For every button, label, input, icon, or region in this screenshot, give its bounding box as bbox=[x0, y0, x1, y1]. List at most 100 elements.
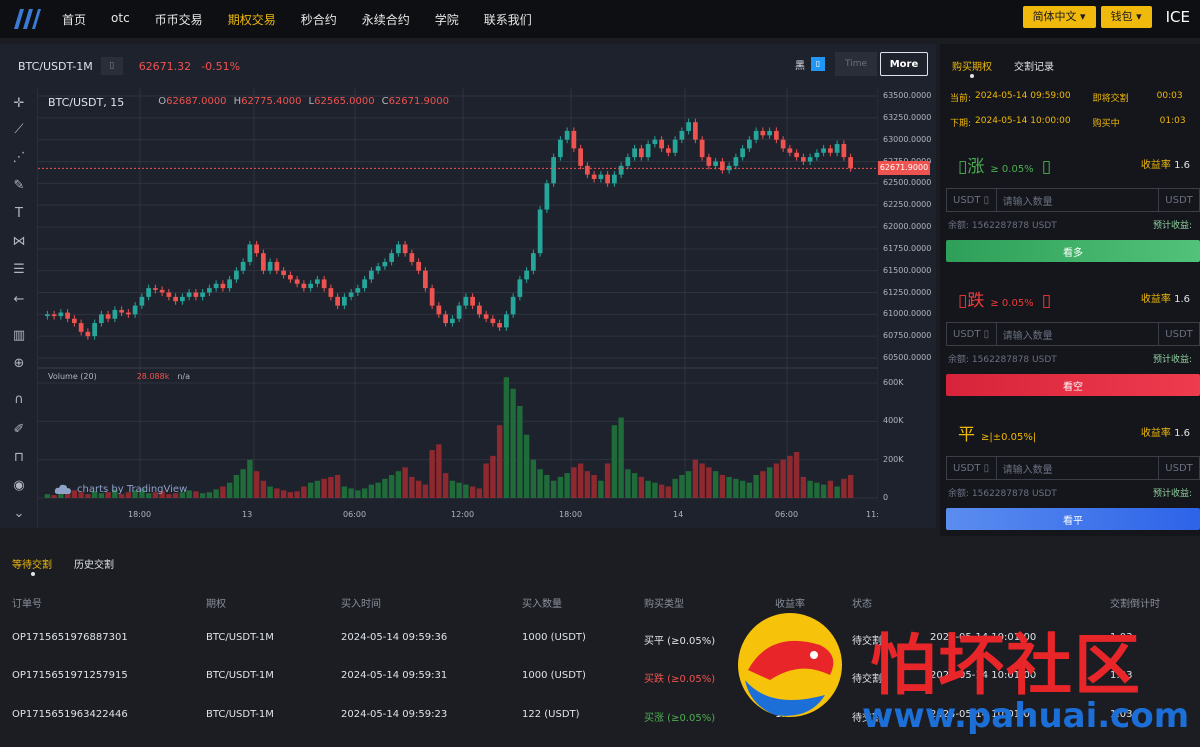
nav-item-6[interactable]: 学院 bbox=[435, 11, 459, 28]
buy-flat-button[interactable]: 看平 bbox=[946, 508, 1200, 530]
back-arrow-icon[interactable]: ← bbox=[10, 290, 28, 308]
close-key: C bbox=[381, 96, 389, 107]
volume-bar bbox=[321, 478, 327, 498]
tab-delivery-records[interactable]: 交割记录 bbox=[1014, 58, 1054, 73]
volume-bar bbox=[719, 475, 726, 498]
order-cell-option: BTC/USDT-1M bbox=[206, 670, 274, 681]
fib-icon[interactable]: ⋰ bbox=[10, 148, 28, 166]
down-balance: 余额: 1562287878 USDT bbox=[948, 355, 1057, 365]
nav-item-2[interactable]: 币币交易 bbox=[155, 11, 203, 28]
candle-body bbox=[774, 130, 779, 140]
chevron-down-icon[interactable]: ⌄ bbox=[10, 504, 28, 522]
candle-body bbox=[355, 288, 361, 293]
nav-item-5[interactable]: 永续合约 bbox=[362, 11, 410, 28]
candle-body bbox=[544, 183, 550, 210]
table-header: 交割倒计时 bbox=[1110, 599, 1160, 610]
up-amount-input[interactable]: USDT ▯ 请输入数量 USDT bbox=[946, 188, 1200, 212]
nav-item-7[interactable]: 联系我们 bbox=[484, 11, 532, 28]
ruler-icon[interactable]: ▥ bbox=[10, 326, 28, 344]
flat-quantity-field[interactable]: 请输入数量 bbox=[997, 457, 1160, 479]
pair-label[interactable]: BTC/USDT-1M bbox=[18, 60, 93, 73]
up-rate: 收益率 1.6 bbox=[1141, 156, 1190, 171]
candlestick-chart[interactable] bbox=[38, 88, 879, 528]
eye-icon[interactable]: ◉ bbox=[10, 476, 28, 494]
volume-bar bbox=[51, 495, 57, 498]
nav-item-3[interactable]: 期权交易 bbox=[228, 11, 276, 28]
down-rate-label: 收益率 bbox=[1140, 294, 1171, 305]
zoom-icon[interactable]: ⊕ bbox=[10, 354, 28, 372]
volume-bar bbox=[361, 488, 368, 498]
brand-logo[interactable] bbox=[6, 0, 46, 38]
buy-down-button[interactable]: 看空 bbox=[946, 374, 1200, 396]
up-quantity-field[interactable]: 请输入数量 bbox=[997, 189, 1160, 211]
wallet-button[interactable]: 钱包 ▾ bbox=[1100, 6, 1152, 28]
flat-amount-input[interactable]: USDT ▯ 请输入数量 USDT bbox=[946, 456, 1200, 480]
text-icon[interactable]: T bbox=[10, 204, 28, 222]
candle-body bbox=[497, 323, 502, 328]
crosshair-icon[interactable]: ✛ bbox=[10, 94, 28, 112]
candle-body bbox=[166, 292, 172, 297]
candle-body bbox=[240, 261, 246, 271]
volume-bar bbox=[564, 473, 570, 498]
pair-tag-icon[interactable]: ▯ bbox=[100, 57, 123, 75]
candle-body bbox=[308, 283, 313, 289]
volume-bar bbox=[631, 473, 638, 498]
tradingview-brand[interactable]: charts by TradingView bbox=[54, 483, 187, 495]
volume-bar bbox=[436, 444, 442, 498]
volume-bar bbox=[226, 482, 233, 498]
candle-body bbox=[713, 161, 718, 166]
candle-body bbox=[321, 279, 327, 289]
candle-body bbox=[483, 314, 489, 319]
pattern-icon[interactable]: ⋈ bbox=[10, 232, 28, 250]
down-amount-input[interactable]: USDT ▯ 请输入数量 USDT bbox=[946, 322, 1200, 346]
top-nav: 首页 otc 币币交易 期权交易 秒合约 永续合约 学院 联系我们 简体中文 ▾ 钱包 ▾ I… bbox=[0, 0, 1200, 38]
time-tick: 11: bbox=[866, 510, 879, 519]
lock-icon[interactable]: ⊓ bbox=[10, 448, 28, 466]
language-select[interactable]: 简体中文 ▾ bbox=[1022, 6, 1096, 28]
volume-bar bbox=[213, 489, 219, 498]
candle-body bbox=[470, 296, 475, 306]
magnet-icon[interactable]: ∩ bbox=[10, 390, 28, 408]
candle-body bbox=[591, 174, 597, 179]
volume-bar bbox=[382, 478, 388, 498]
time-button[interactable]: Time bbox=[835, 52, 877, 76]
volume-bar bbox=[280, 490, 287, 498]
tab-history-delivery[interactable]: 历史交割 bbox=[74, 556, 114, 571]
volume-bar bbox=[442, 473, 449, 498]
down-unit-left[interactable]: USDT ▯ bbox=[947, 323, 997, 345]
nav-item-1[interactable]: otc bbox=[111, 11, 130, 28]
buy-up-button[interactable]: 看多 bbox=[946, 240, 1200, 262]
down-label: 跌 bbox=[967, 291, 985, 311]
volume-bar bbox=[415, 480, 422, 498]
candle-body bbox=[186, 292, 192, 297]
trendline-icon[interactable]: ⟋ bbox=[10, 120, 28, 138]
tab-buy-option[interactable]: 购买期权 bbox=[952, 58, 992, 78]
measure-icon[interactable]: ☰ bbox=[10, 260, 28, 278]
candle-body bbox=[85, 331, 91, 337]
volume-bar bbox=[712, 471, 719, 498]
volume-bar bbox=[658, 484, 665, 498]
pencil-lock-icon[interactable]: ✐ bbox=[10, 420, 28, 438]
candle-body bbox=[807, 157, 813, 162]
up-unit-left[interactable]: USDT ▯ bbox=[947, 189, 997, 211]
nav-item-0[interactable]: 首页 bbox=[62, 11, 86, 28]
nav-item-4[interactable]: 秒合约 bbox=[301, 11, 337, 28]
volume-bar bbox=[537, 469, 543, 498]
candle-body bbox=[207, 288, 212, 293]
user-logo[interactable]: ICE bbox=[1166, 8, 1190, 26]
up-estimated: 预计收益: bbox=[1152, 221, 1192, 231]
candle-body bbox=[234, 270, 239, 280]
brush-icon[interactable]: ✎ bbox=[10, 176, 28, 194]
more-button[interactable]: More bbox=[880, 52, 928, 76]
flat-unit-left[interactable]: USDT ▯ bbox=[947, 457, 997, 479]
down-quantity-field[interactable]: 请输入数量 bbox=[997, 323, 1160, 345]
theme-toggle-icon[interactable]: ▯ bbox=[811, 57, 825, 71]
candle-body bbox=[132, 305, 138, 315]
chart-area[interactable] bbox=[38, 88, 879, 528]
candle-body bbox=[45, 314, 50, 317]
tab-pending-delivery[interactable]: 等待交割 bbox=[12, 556, 52, 576]
theme-label: 黑 bbox=[795, 60, 805, 72]
candle-body bbox=[578, 148, 583, 166]
time-tick: 14 bbox=[673, 510, 684, 519]
open-value: 62687.0000 bbox=[166, 96, 227, 107]
